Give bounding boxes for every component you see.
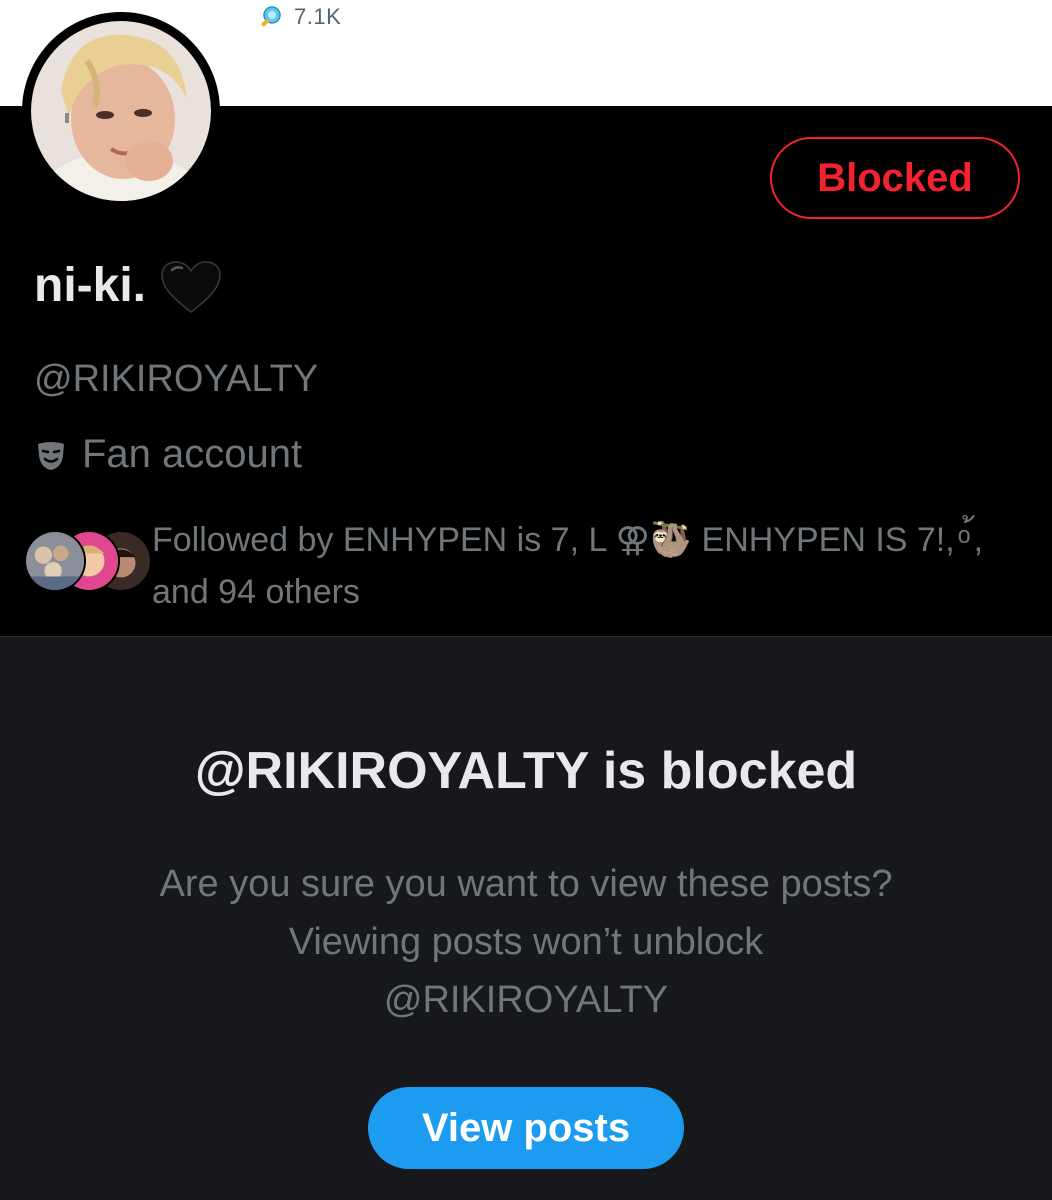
profile-header: Blocked ni-ki. @RIKIROYALTY Fan account	[0, 12, 1052, 636]
follower-avatar	[24, 530, 86, 592]
blocked-notice-message: Are you sure you want to view these post…	[159, 863, 893, 1021]
username-handle: @RIKIROYALTY	[34, 358, 319, 400]
followed-by-row[interactable]: Followed by ENHYPEN is 7, L ⚢🦥 ENHYPEN I…	[24, 514, 1002, 618]
theater-mask-icon	[34, 438, 68, 472]
view-count-value: 7.1K	[294, 4, 342, 29]
view-count: 7.1K	[258, 4, 341, 30]
magnifier-icon	[258, 4, 284, 30]
followed-by-text: Followed by ENHYPEN is 7, L ⚢🦥 ENHYPEN I…	[152, 521, 984, 611]
view-posts-button[interactable]: View posts	[368, 1087, 684, 1169]
black-heart-icon	[160, 260, 222, 314]
display-name-row: ni-ki.	[34, 256, 222, 314]
blocked-notice-panel: @RIKIROYALTY is blocked Are you sure you…	[0, 636, 1052, 1200]
blocked-notice-title: @RIKIROYALTY is blocked	[194, 742, 858, 800]
follower-avatars	[24, 530, 152, 594]
avatar[interactable]	[22, 12, 220, 210]
professional-category: Fan account	[34, 432, 302, 477]
display-name: ni-ki.	[34, 258, 147, 312]
category-label: Fan account	[82, 432, 303, 476]
blocked-button[interactable]: Blocked	[770, 137, 1020, 219]
